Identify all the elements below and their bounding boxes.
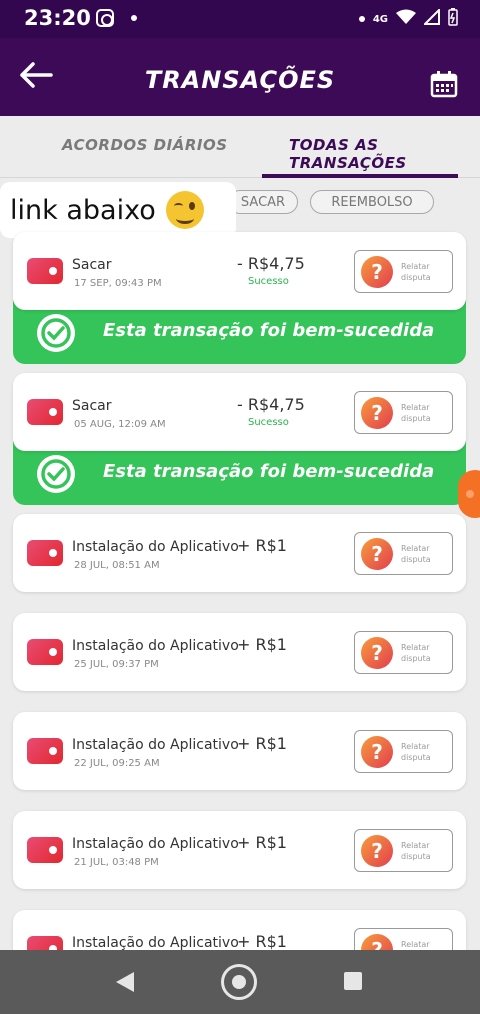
transaction-card[interactable]: Instalação do Aplicativo 22 JUL, 09:25 A…	[13, 712, 466, 790]
question-icon: ?	[361, 637, 393, 669]
transaction-date: 05 AUG, 12:09 AM	[74, 419, 166, 430]
filter-chip-reembolso[interactable]: REEMBOLSO	[310, 190, 434, 214]
report-dispute-button[interactable]: ? Relatar disputa	[354, 631, 453, 674]
transaction-date: 25 JUL, 09:37 PM	[74, 659, 159, 670]
transaction-date: 22 JUL, 09:25 AM	[74, 758, 160, 769]
notification-dot-icon	[131, 15, 137, 21]
transaction-date: 17 SEP, 09:43 PM	[74, 278, 162, 289]
question-icon: ?	[361, 934, 393, 950]
wifi-icon	[396, 9, 416, 29]
report-dispute-button[interactable]: ? Relatar disputa	[354, 391, 453, 434]
transaction-card[interactable]: Sacar 17 SEP, 09:43 PM - R$4,75 Sucesso …	[13, 232, 466, 310]
transaction-card[interactable]: Sacar 05 AUG, 12:09 AM - R$4,75 Sucesso …	[13, 373, 466, 451]
transaction-amount: + R$1	[237, 536, 287, 555]
transaction-name: Instalação do Aplicativo	[72, 836, 239, 852]
report-dispute-button[interactable]: ? Relatar disputa	[354, 250, 453, 293]
transaction-amount: + R$1	[237, 833, 287, 852]
nav-home-icon[interactable]	[221, 964, 257, 1000]
wallet-icon	[27, 837, 63, 863]
transaction-date: 28 JUL, 08:51 AM	[74, 560, 160, 571]
wallet-icon	[27, 738, 63, 764]
wallet-icon	[27, 639, 63, 665]
instagram-icon	[96, 9, 114, 27]
transaction-name: Sacar	[72, 398, 112, 414]
question-icon: ?	[361, 397, 393, 429]
dispute-label: Relatar disputa	[401, 403, 431, 423]
question-icon: ?	[361, 256, 393, 288]
dispute-label: Relatar disputa	[401, 742, 431, 762]
dispute-label: Relatar disputa	[401, 841, 431, 861]
notification-dot-icon	[358, 16, 365, 22]
success-text: Esta transação foi bem-sucedida	[103, 320, 435, 341]
transaction-card[interactable]: Instalação do Aplicativo 21 JUL, 03:48 P…	[13, 811, 466, 889]
status-icons: 4G	[358, 7, 458, 30]
transaction-name: Instalação do Aplicativo	[72, 935, 239, 950]
active-tab-indicator	[262, 174, 458, 178]
tab-daily-deals[interactable]: ACORDOS DIÁRIOS	[62, 136, 228, 154]
check-circle-icon	[37, 455, 75, 493]
transaction-name: Instalação do Aplicativo	[72, 539, 239, 555]
battery-icon	[448, 8, 458, 30]
transaction-amount: + R$1	[237, 932, 287, 950]
report-dispute-button[interactable]: ? Relatar disputa	[354, 730, 453, 773]
wallet-icon	[27, 540, 63, 566]
transaction-amount: - R$4,75	[237, 395, 305, 414]
question-icon: ?	[361, 736, 393, 768]
filter-chip-sacar[interactable]: SACAR	[228, 190, 298, 214]
wallet-icon	[27, 936, 63, 950]
success-text: Esta transação foi bem-sucedida	[103, 461, 435, 482]
transaction-card[interactable]: Instalação do Aplicativo + R$1 ? Relatar…	[13, 910, 466, 950]
dispute-label: Relatar disputa	[401, 262, 431, 282]
wallet-icon	[27, 399, 63, 425]
transaction-status: Sucesso	[248, 276, 289, 287]
transaction-card[interactable]: Instalação do Aplicativo 25 JUL, 09:37 P…	[13, 613, 466, 691]
wink-emoji-icon	[165, 191, 204, 229]
status-bar: 23:20 4G	[0, 0, 480, 38]
transaction-amount: - R$4,75	[237, 254, 305, 273]
content-area: ACORDOS DIÁRIOS TODAS AS TRANSAÇÕES SACA…	[0, 116, 480, 950]
tab-bar: ACORDOS DIÁRIOS TODAS AS TRANSAÇÕES	[0, 116, 480, 178]
transaction-name: Instalação do Aplicativo	[72, 638, 239, 654]
text-sticker-overlay: link abaixo	[0, 182, 236, 238]
dispute-label: Relatar disputa	[401, 940, 430, 949]
nav-back-icon[interactable]	[116, 972, 134, 992]
report-dispute-button[interactable]: ? Relatar disputa	[354, 532, 453, 575]
app-bar: TRANSAÇÕES	[0, 38, 480, 116]
calendar-icon[interactable]	[430, 70, 458, 98]
system-nav-bar	[0, 950, 480, 1014]
status-time: 23:20	[24, 6, 91, 30]
nav-recents-icon[interactable]	[344, 972, 362, 990]
transaction-card[interactable]: Instalação do Aplicativo 28 JUL, 08:51 A…	[13, 514, 466, 592]
wallet-icon	[27, 258, 63, 284]
transaction-name: Sacar	[72, 257, 112, 273]
transaction-amount: + R$1	[237, 635, 287, 654]
transaction-name: Instalação do Aplicativo	[72, 737, 239, 753]
question-icon: ?	[361, 538, 393, 570]
transaction-date: 21 JUL, 03:48 PM	[74, 857, 159, 868]
transaction-amount: + R$1	[237, 734, 287, 753]
signal-icon	[422, 7, 440, 29]
dispute-label: Relatar disputa	[401, 544, 431, 564]
question-icon: ?	[361, 835, 393, 867]
page-title: TRANSAÇÕES	[144, 66, 336, 94]
report-dispute-button[interactable]: ? Relatar disputa	[354, 928, 453, 950]
sticker-text: link abaixo	[10, 194, 156, 226]
tab-all-transactions[interactable]: TODAS AS TRANSAÇÕES	[289, 136, 480, 172]
report-dispute-button[interactable]: ? Relatar disputa	[354, 829, 453, 872]
check-circle-icon	[37, 314, 75, 352]
floating-bubble[interactable]	[458, 470, 480, 518]
dispute-label: Relatar disputa	[401, 643, 431, 663]
network-label: 4G	[372, 13, 388, 25]
transaction-status: Sucesso	[248, 417, 289, 428]
